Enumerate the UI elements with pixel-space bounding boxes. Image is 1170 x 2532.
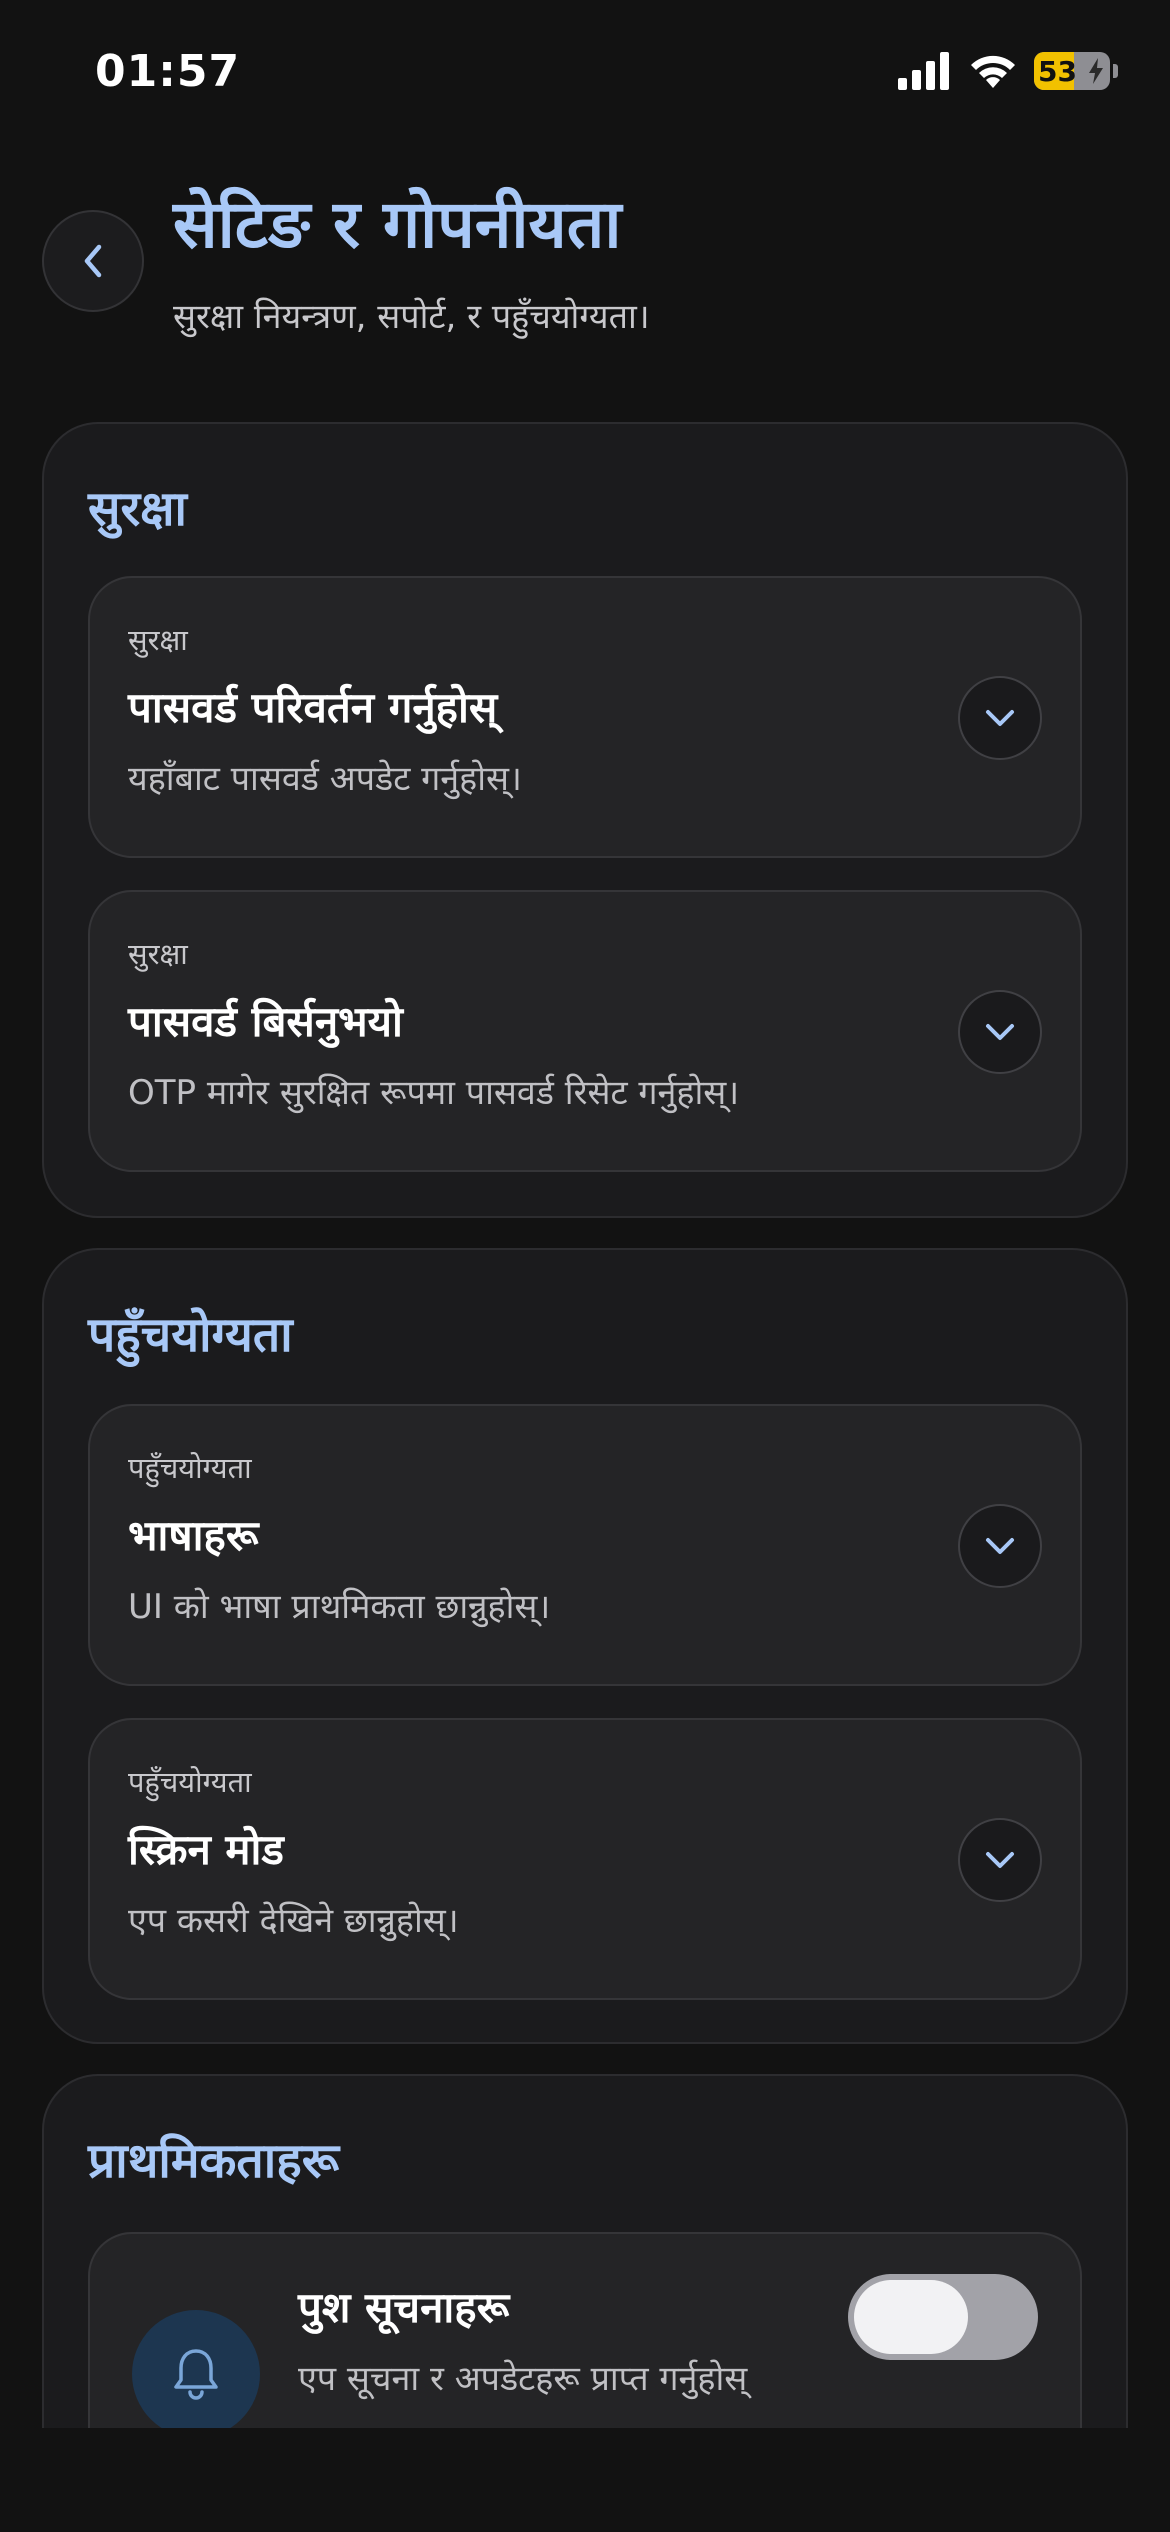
expand-button[interactable] [958, 1818, 1042, 1902]
section-accessibility: पहुँचयोग्यता पहुँचयोग्यता भाषाहरू UI को … [42, 1248, 1128, 2044]
battery-cap [1113, 64, 1118, 78]
toggle-knob [854, 2280, 968, 2354]
chevron-left-icon [84, 244, 102, 278]
chevron-down-icon [986, 710, 1014, 726]
section-security: सुरक्षा सुरक्षा पासवर्ड परिवर्तन गर्नुहो… [42, 422, 1128, 1218]
wifi-icon [971, 55, 1015, 88]
item-desc: OTP मागेर सुरक्षित रूपमा पासवर्ड रिसेट ग… [128, 1073, 740, 1113]
item-desc: UI को भाषा प्राथमिकता छान्नुहोस्। [128, 1587, 551, 1627]
push-notifications-toggle[interactable] [848, 2274, 1038, 2360]
push-title: पुश सूचनाहरू [298, 2283, 510, 2332]
charging-bolt-icon [1089, 58, 1103, 84]
chevron-down-icon [986, 1024, 1014, 1040]
expand-button[interactable] [958, 676, 1042, 760]
languages-item[interactable]: पहुँचयोग्यता भाषाहरू UI को भाषा प्राथमिक… [88, 1404, 1082, 1686]
forgot-password-item[interactable]: सुरक्षा पासवर्ड बिर्सनुभयो OTP मागेर सुर… [88, 890, 1082, 1172]
item-title: पासवर्ड बिर्सनुभयो [128, 997, 403, 1046]
item-kicker: पहुँचयोग्यता [128, 1451, 252, 1485]
chevron-down-icon [986, 1852, 1014, 1868]
bell-icon [174, 2349, 218, 2400]
section-title: सुरक्षा [88, 481, 187, 537]
status-icons: 53 [898, 52, 1118, 90]
item-title: स्क्रिन मोड [128, 1825, 284, 1874]
expand-button[interactable] [958, 990, 1042, 1074]
bottom-safe-area [0, 2428, 1170, 2532]
section-title: पहुँचयोग्यता [88, 1307, 293, 1363]
page-title: सेटिङ र गोपनीयता [173, 186, 622, 263]
status-bar: 01:57 53 [0, 0, 1170, 150]
item-title: भाषाहरू [128, 1511, 259, 1560]
item-desc: एप कसरी देखिने छान्नुहोस्। [128, 1901, 459, 1941]
back-button[interactable] [42, 210, 144, 312]
page-subtitle: सुरक्षा नियन्त्रण, सपोर्ट, र पहुँचयोग्यत… [173, 297, 650, 337]
chevron-down-icon [986, 1538, 1014, 1554]
signal-icon [898, 52, 949, 90]
push-desc: एप सूचना र अपडेटहरू प्राप्त गर्नुहोस् [298, 2359, 748, 2399]
item-kicker: सुरक्षा [128, 623, 188, 657]
item-kicker: पहुँचयोग्यता [128, 1765, 252, 1799]
change-password-item[interactable]: सुरक्षा पासवर्ड परिवर्तन गर्नुहोस् यहाँब… [88, 576, 1082, 858]
status-time: 01:57 [95, 46, 241, 97]
item-desc: यहाँबाट पासवर्ड अपडेट गर्नुहोस्। [128, 759, 522, 799]
section-title: प्राथमिकताहरू [88, 2133, 339, 2189]
expand-button[interactable] [958, 1504, 1042, 1588]
item-title: पासवर्ड परिवर्तन गर्नुहोस् [128, 683, 498, 732]
item-kicker: सुरक्षा [128, 937, 188, 971]
bell-icon-badge [132, 2310, 260, 2438]
battery-level: 53 [1038, 54, 1077, 88]
screen-mode-item[interactable]: पहुँचयोग्यता स्क्रिन मोड एप कसरी देखिने … [88, 1718, 1082, 2000]
battery-icon: 53 [1034, 52, 1110, 90]
